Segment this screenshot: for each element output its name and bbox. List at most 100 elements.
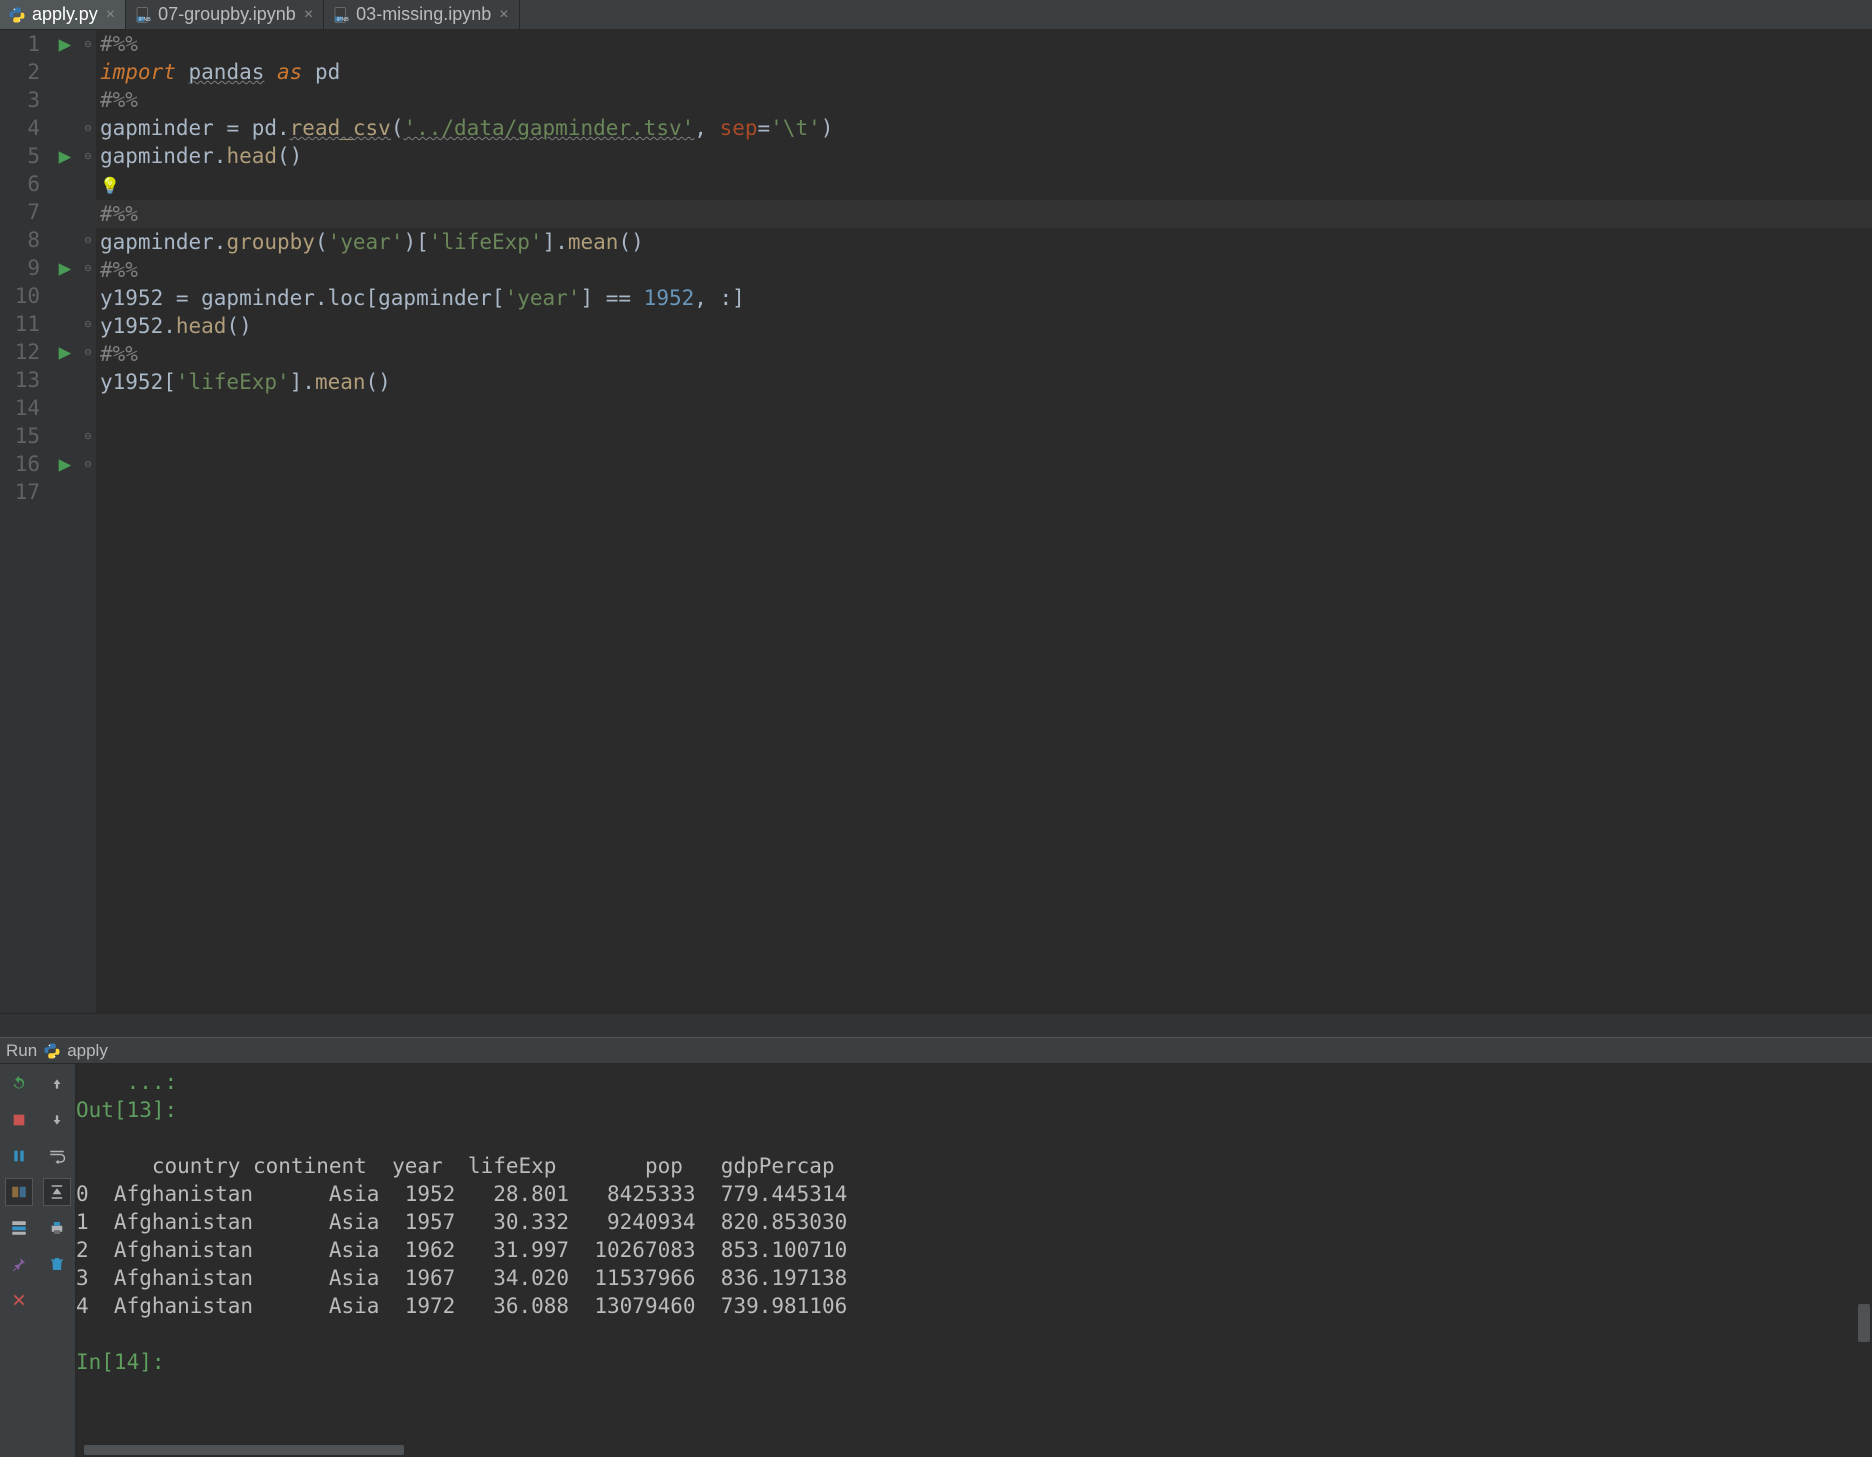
svg-text:IPNB: IPNB: [337, 17, 350, 23]
console-output[interactable]: ...: Out[13]: country continent year lif…: [76, 1064, 1872, 1457]
console-blank: [76, 1320, 1872, 1348]
table-row: 0 Afghanistan Asia 1952 28.801 8425333 7…: [76, 1180, 1872, 1208]
console-in-label: In[14]:: [76, 1350, 177, 1374]
run-cell-icon[interactable]: ▶: [50, 30, 80, 58]
tab-label: 07-groupby.ipynb: [158, 4, 296, 25]
console-blank: [76, 1124, 1872, 1152]
fn-mean: mean: [315, 370, 366, 394]
rerun-icon[interactable]: [5, 1070, 33, 1098]
line-number: 5: [0, 142, 40, 170]
run-tool-window: Run apply ...: Out[13]:: [0, 1037, 1872, 1457]
code-editor[interactable]: 1 2 3 4 5 6 7 8 9 10 11 12 13 14 15 16 1…: [0, 30, 1872, 1013]
tab-label: apply.py: [32, 4, 98, 25]
line-number: 2: [0, 58, 40, 86]
fold-icon[interactable]: ⊖: [80, 422, 96, 450]
stop-icon[interactable]: [5, 1106, 33, 1134]
tab-groupby-ipynb[interactable]: IPNB 07-groupby.ipynb ×: [126, 0, 324, 29]
code-area[interactable]: #%% import pandas as pd #%% gapminder = …: [96, 30, 1872, 1013]
fold-icon[interactable]: ⊖: [80, 310, 96, 338]
fold-icon[interactable]: ⊖: [80, 226, 96, 254]
fn-head: head: [176, 314, 227, 338]
fn-read-csv: read_csv: [290, 116, 391, 140]
line-number: 13: [0, 366, 40, 394]
line-number: 4: [0, 114, 40, 142]
close-icon[interactable]: ×: [497, 6, 510, 24]
svg-text:IPNB: IPNB: [139, 17, 152, 23]
module-pandas: pandas: [189, 60, 265, 84]
trash-icon[interactable]: [43, 1250, 71, 1278]
run-title-name: apply: [67, 1041, 108, 1061]
editor-tabbar: apply.py × IPNB 07-groupby.ipynb × IPNB …: [0, 0, 1872, 30]
run-toolbar-primary: [0, 1064, 38, 1457]
horizontal-scrollbar[interactable]: [84, 1445, 404, 1455]
tab-label: 03-missing.ipynb: [356, 4, 491, 25]
close-icon[interactable]: ×: [104, 6, 117, 24]
console-out-label: Out[13]:: [76, 1098, 190, 1122]
alias-pd: pd: [315, 60, 340, 84]
fold-icon[interactable]: ⊖: [80, 30, 96, 58]
variables-icon[interactable]: [5, 1178, 33, 1206]
table-header: country continent year lifeExp pop gdpPe…: [76, 1152, 1872, 1180]
fold-icon[interactable]: ⊖: [80, 254, 96, 282]
kw-as: as: [277, 60, 302, 84]
fold-icon[interactable]: ⊖: [80, 142, 96, 170]
fold-gutter: ⊖ ⊖ ⊖ ⊖ ⊖ ⊖ ⊖ ⊖ ⊖: [80, 30, 96, 1013]
python-file-icon: [43, 1042, 61, 1060]
run-marker-gutter: ▶ ▶ ▶ ▶ ▶: [50, 30, 80, 1013]
line-number: 1: [0, 30, 40, 58]
line-number: 17: [0, 478, 40, 506]
num-1952: 1952: [644, 286, 695, 310]
fold-icon[interactable]: ⊖: [80, 114, 96, 142]
line-number: 3: [0, 86, 40, 114]
line-number: 12: [0, 338, 40, 366]
table-row: 2 Afghanistan Asia 1962 31.997 10267083 …: [76, 1236, 1872, 1264]
line-number-gutter: 1 2 3 4 5 6 7 8 9 10 11 12 13 14 15 16 1…: [0, 30, 50, 1013]
kwarg-sep: sep: [720, 116, 758, 140]
run-cell-icon[interactable]: ▶: [50, 142, 80, 170]
soft-wrap-icon[interactable]: [43, 1142, 71, 1170]
arrow-down-icon[interactable]: [43, 1106, 71, 1134]
line-number: 9: [0, 254, 40, 282]
fold-icon[interactable]: ⊖: [80, 338, 96, 366]
fn-groupby: groupby: [226, 230, 315, 254]
str-sep: '\t': [770, 116, 821, 140]
arrow-up-icon[interactable]: [43, 1070, 71, 1098]
fn-mean: mean: [568, 230, 619, 254]
cell-marker: #%%: [100, 202, 138, 226]
run-cell-icon[interactable]: ▶: [50, 338, 80, 366]
fn-head: head: [226, 144, 277, 168]
fold-icon[interactable]: ⊖: [80, 450, 96, 478]
layout-icon[interactable]: [5, 1214, 33, 1242]
tab-missing-ipynb[interactable]: IPNB 03-missing.ipynb ×: [324, 0, 519, 29]
print-icon[interactable]: [43, 1214, 71, 1242]
line-number: 14: [0, 394, 40, 422]
pause-icon[interactable]: [5, 1142, 33, 1170]
cell-marker: #%%: [100, 258, 138, 282]
table-row: 4 Afghanistan Asia 1972 36.088 13079460 …: [76, 1292, 1872, 1320]
line-number: 15: [0, 422, 40, 450]
run-header[interactable]: Run apply: [0, 1038, 1872, 1064]
scroll-to-end-icon[interactable]: [43, 1178, 71, 1206]
kw-import: import: [100, 60, 176, 84]
close-icon[interactable]: ×: [302, 6, 315, 24]
str-path: '../data/gapminder.tsv': [403, 116, 694, 140]
run-cell-icon[interactable]: ▶: [50, 254, 80, 282]
jupyter-file-icon: IPNB: [332, 6, 350, 24]
jupyter-file-icon: IPNB: [134, 6, 152, 24]
cell-marker: #%%: [100, 32, 138, 56]
line-number: 10: [0, 282, 40, 310]
table-row: 1 Afghanistan Asia 1957 30.332 9240934 8…: [76, 1208, 1872, 1236]
vertical-scrollbar[interactable]: [1858, 1304, 1870, 1342]
python-file-icon: [8, 6, 26, 24]
pin-icon[interactable]: [5, 1250, 33, 1278]
run-cell-icon[interactable]: ▶: [50, 450, 80, 478]
close-icon[interactable]: [5, 1286, 33, 1314]
line-number: 6: [0, 170, 40, 198]
line-number: 11: [0, 310, 40, 338]
tab-apply-py[interactable]: apply.py ×: [0, 0, 126, 29]
run-toolbar-secondary: [38, 1064, 76, 1457]
line-number: 16: [0, 450, 40, 478]
console-cont: ...:: [76, 1068, 1872, 1096]
run-title-prefix: Run: [6, 1041, 37, 1061]
lightbulb-icon[interactable]: 💡: [100, 176, 120, 195]
